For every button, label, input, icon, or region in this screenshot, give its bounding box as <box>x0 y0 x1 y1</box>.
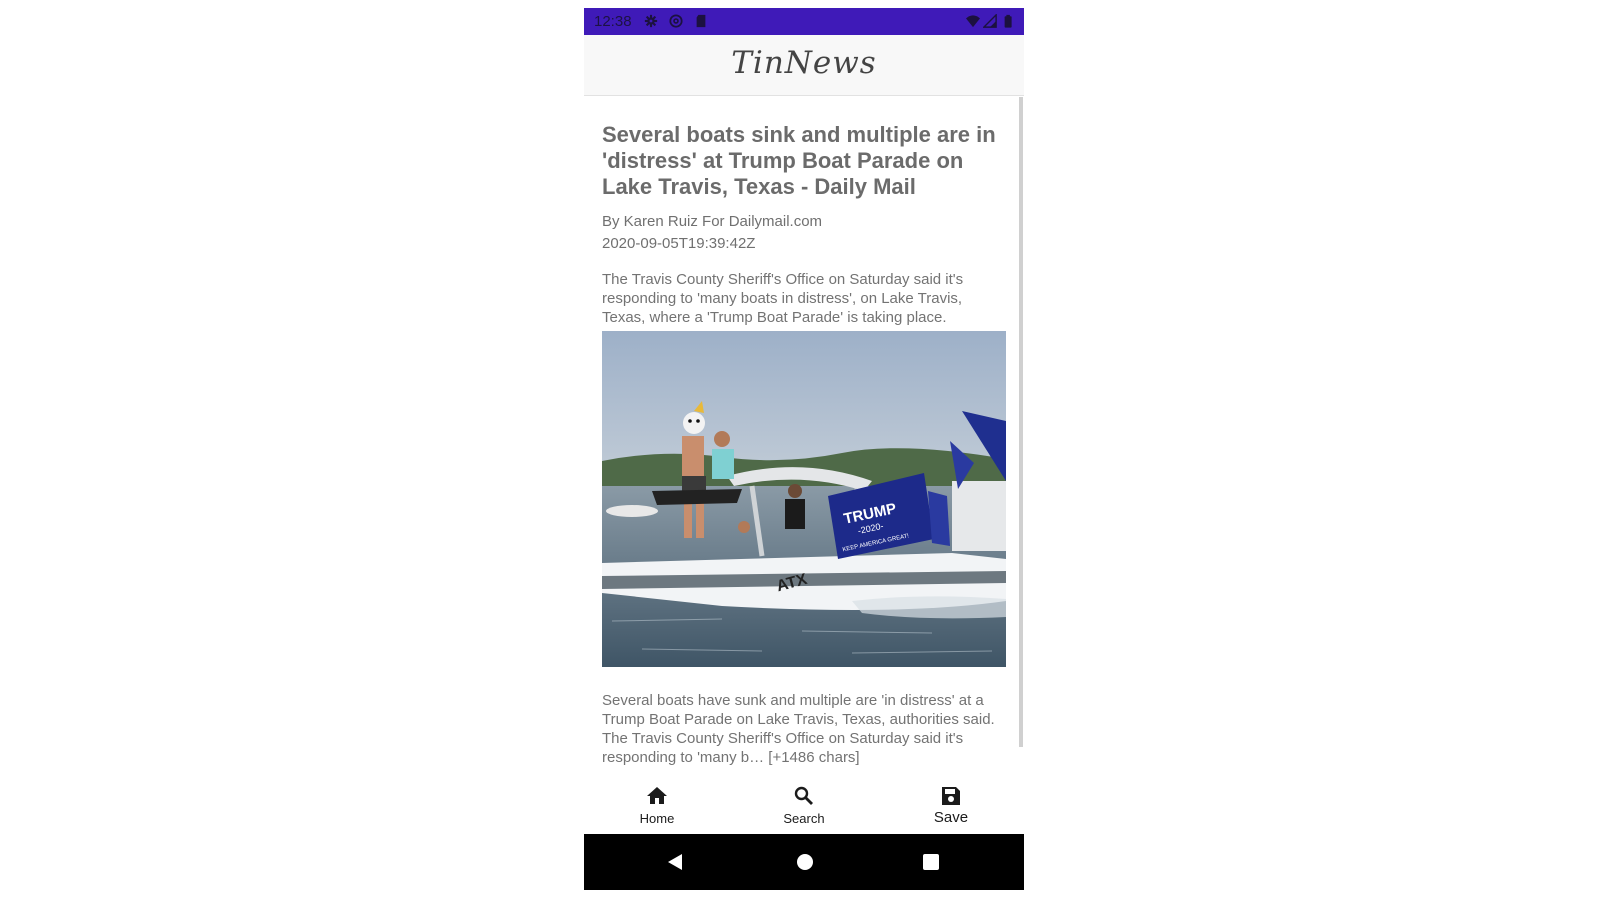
scrollbar[interactable] <box>1019 97 1023 747</box>
article-title: Several boats sink and multiple are in '… <box>602 122 996 199</box>
nav-save[interactable]: Save <box>878 773 1024 834</box>
status-bar: 12:38 <box>584 8 1024 35</box>
nav-home-label: Home <box>639 811 675 826</box>
app-title: TinNews <box>731 45 877 81</box>
search-icon <box>794 786 813 805</box>
at-sign-icon <box>669 14 683 28</box>
article-detail[interactable]: Several boats sink and multiple are in '… <box>590 96 1006 773</box>
article-image: ATX TRUMP -2020- KEEP AMERICA GREAT! <box>602 331 1006 667</box>
nav-home[interactable]: Home <box>584 773 730 834</box>
back-icon[interactable] <box>666 853 684 871</box>
save-icon <box>942 787 960 805</box>
article-content: Several boats have sunk and multiple are… <box>602 691 1006 767</box>
nav-search[interactable]: Search <box>731 773 877 834</box>
nav-search-label: Search <box>783 811 825 826</box>
sd-card-icon <box>696 14 706 28</box>
nav-save-label: Save <box>933 809 969 826</box>
article-date: 2020-09-05T19:39:42Z <box>602 235 756 252</box>
bottom-navigation: Home Search Save <box>584 773 1024 834</box>
battery-icon <box>1004 14 1012 28</box>
article-description: The Travis County Sheriff's Office on Sa… <box>602 271 964 326</box>
recents-icon[interactable] <box>922 853 940 871</box>
signal-icon <box>983 14 997 28</box>
home-icon <box>647 787 667 804</box>
system-navigation-bar <box>584 834 1024 890</box>
status-time: 12:38 <box>594 13 632 30</box>
article-content-line1: Several boats have sunk and multiple are… <box>602 692 995 728</box>
app-bar: TinNews <box>584 35 1024 96</box>
article-author: By Karen Ruiz For Dailymail.com <box>602 213 823 230</box>
wifi-icon <box>966 15 980 28</box>
phone-screen: 12:38 TinNews Several boats sink and mul… <box>584 8 1024 890</box>
settings-icon <box>644 14 658 28</box>
article-content-line2: The Travis County Sheriff's Office on Sa… <box>602 730 964 766</box>
home-circle-icon[interactable] <box>796 853 814 871</box>
